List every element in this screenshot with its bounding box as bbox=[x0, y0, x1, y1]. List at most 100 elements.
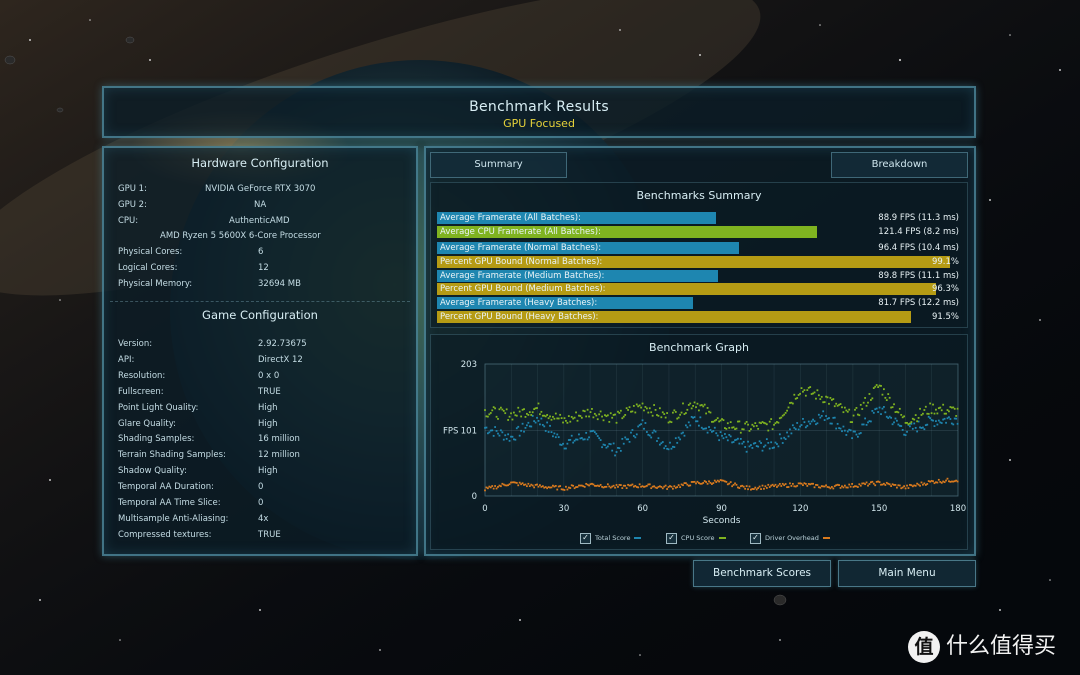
series-point-cpu-score bbox=[898, 407, 901, 410]
series-point-total-score bbox=[906, 430, 908, 433]
series-point-total-score bbox=[896, 419, 898, 422]
legend-swatch bbox=[718, 537, 726, 539]
series-point-total-score bbox=[508, 439, 511, 442]
series-point-cpu-score bbox=[868, 393, 871, 395]
series-point-driver-overhead bbox=[661, 487, 664, 490]
series-point-total-score bbox=[544, 430, 547, 432]
series-point-cpu-score bbox=[569, 420, 572, 423]
series-point-driver-overhead bbox=[566, 488, 569, 491]
series-point-total-score bbox=[794, 428, 797, 431]
series-point-total-score bbox=[716, 434, 719, 437]
series-point-cpu-score bbox=[936, 412, 939, 415]
series-point-driver-overhead bbox=[765, 487, 768, 489]
series-point-total-score bbox=[586, 438, 589, 441]
series-point-driver-overhead bbox=[943, 481, 946, 484]
series-point-total-score bbox=[722, 437, 725, 440]
summary-bar-label: Average Framerate (Normal Batches): bbox=[440, 243, 602, 253]
series-point-total-score bbox=[635, 433, 638, 436]
main-menu-button[interactable]: Main Menu bbox=[838, 560, 976, 587]
series-point-cpu-score bbox=[621, 417, 624, 420]
watermark-logo-icon: 值 bbox=[908, 631, 940, 663]
series-point-cpu-score bbox=[854, 408, 856, 411]
series-point-driver-overhead bbox=[572, 484, 575, 487]
legend-cpu-score[interactable]: ✓ CPU Score bbox=[666, 532, 726, 544]
series-point-total-score bbox=[904, 434, 907, 437]
series-point-cpu-score bbox=[579, 415, 582, 417]
series-point-cpu-score bbox=[916, 420, 919, 423]
series-point-cpu-score bbox=[742, 428, 745, 431]
series-point-cpu-score bbox=[546, 414, 549, 416]
game-row-value: High bbox=[258, 466, 278, 477]
series-point-cpu-score bbox=[932, 403, 934, 406]
series-point-driver-overhead bbox=[559, 485, 562, 487]
series-point-cpu-score bbox=[559, 413, 562, 416]
game-row-label: API: bbox=[118, 354, 135, 365]
series-point-cpu-score bbox=[752, 425, 755, 428]
legend-total-score[interactable]: ✓ Total Score bbox=[580, 532, 642, 544]
series-point-cpu-score bbox=[940, 409, 943, 412]
series-point-cpu-score bbox=[903, 415, 906, 418]
series-point-driver-overhead bbox=[898, 484, 901, 487]
tab-summary[interactable]: Summary bbox=[430, 152, 567, 178]
series-point-total-score bbox=[891, 423, 894, 426]
series-point-total-score bbox=[862, 423, 865, 426]
series-point-driver-overhead bbox=[541, 485, 544, 488]
series-point-cpu-score bbox=[609, 412, 612, 415]
series-point-total-score bbox=[669, 441, 671, 444]
summary-bar-value: 96.4 FPS (10.4 ms) bbox=[878, 243, 959, 253]
series-point-total-score bbox=[615, 451, 618, 453]
series-point-driver-overhead bbox=[802, 484, 804, 487]
x-tick-label: 60 bbox=[637, 504, 648, 514]
series-point-cpu-score bbox=[491, 409, 494, 412]
series-point-driver-overhead bbox=[605, 485, 608, 488]
series-point-cpu-score bbox=[728, 426, 731, 429]
x-tick-label: 90 bbox=[716, 504, 727, 514]
game-row-value: 12 million bbox=[258, 450, 300, 461]
series-point-cpu-score bbox=[914, 414, 917, 416]
series-point-total-score bbox=[696, 420, 699, 423]
series-point-total-score bbox=[791, 424, 794, 427]
legend-driver-overhead[interactable]: ✓ Driver Overhead bbox=[750, 532, 830, 544]
series-point-total-score bbox=[780, 437, 783, 440]
game-row-value: High bbox=[258, 402, 278, 413]
series-point-total-score bbox=[725, 436, 728, 439]
series-point-total-score bbox=[628, 440, 631, 443]
series-point-cpu-score bbox=[628, 406, 631, 409]
benchmark-scores-button[interactable]: Benchmark Scores bbox=[693, 560, 831, 587]
watermark-text: 什么值得买 bbox=[946, 634, 1057, 659]
series-point-total-score bbox=[787, 435, 790, 438]
series-point-total-score bbox=[856, 435, 859, 438]
series-point-cpu-score bbox=[755, 424, 758, 427]
series-point-cpu-score bbox=[705, 412, 708, 415]
series-point-driver-overhead bbox=[890, 485, 893, 487]
series-point-cpu-score bbox=[771, 428, 774, 431]
series-point-cpu-score bbox=[527, 414, 530, 416]
series-point-cpu-score bbox=[706, 407, 709, 409]
summary-bar-row: Average Framerate (Medium Batches): 89.8 … bbox=[437, 270, 963, 282]
tab-breakdown[interactable]: Breakdown bbox=[831, 152, 968, 178]
checkbox-icon[interactable]: ✓ bbox=[750, 532, 761, 544]
checkbox-icon[interactable]: ✓ bbox=[580, 532, 591, 544]
series-point-cpu-score bbox=[614, 413, 616, 416]
series-point-total-score bbox=[566, 442, 569, 445]
series-point-driver-overhead bbox=[806, 485, 809, 487]
series-point-driver-overhead bbox=[796, 484, 799, 487]
checkbox-icon[interactable]: ✓ bbox=[666, 532, 677, 544]
series-point-total-score bbox=[670, 447, 673, 450]
series-point-total-score bbox=[578, 433, 580, 436]
series-point-total-score bbox=[485, 426, 488, 429]
series-point-driver-overhead bbox=[518, 481, 521, 484]
summary-bar-label: Average CPU Framerate (All Batches): bbox=[440, 227, 601, 237]
summary-bar-label: Average Framerate (Heavy Batches): bbox=[440, 298, 598, 308]
series-point-driver-overhead bbox=[838, 484, 840, 487]
series-point-total-score bbox=[817, 413, 820, 416]
game-row-label: Shadow Quality: bbox=[118, 466, 187, 477]
series-point-cpu-score bbox=[784, 411, 787, 414]
hardware-row-value: AuthenticAMD bbox=[229, 215, 290, 226]
series-point-total-score bbox=[708, 426, 710, 428]
series-point-cpu-score bbox=[673, 409, 676, 412]
series-point-cpu-score bbox=[650, 411, 653, 414]
series-point-total-score bbox=[776, 443, 778, 445]
series-point-cpu-score bbox=[922, 412, 924, 415]
graph-title: Benchmark Graph bbox=[649, 341, 749, 354]
